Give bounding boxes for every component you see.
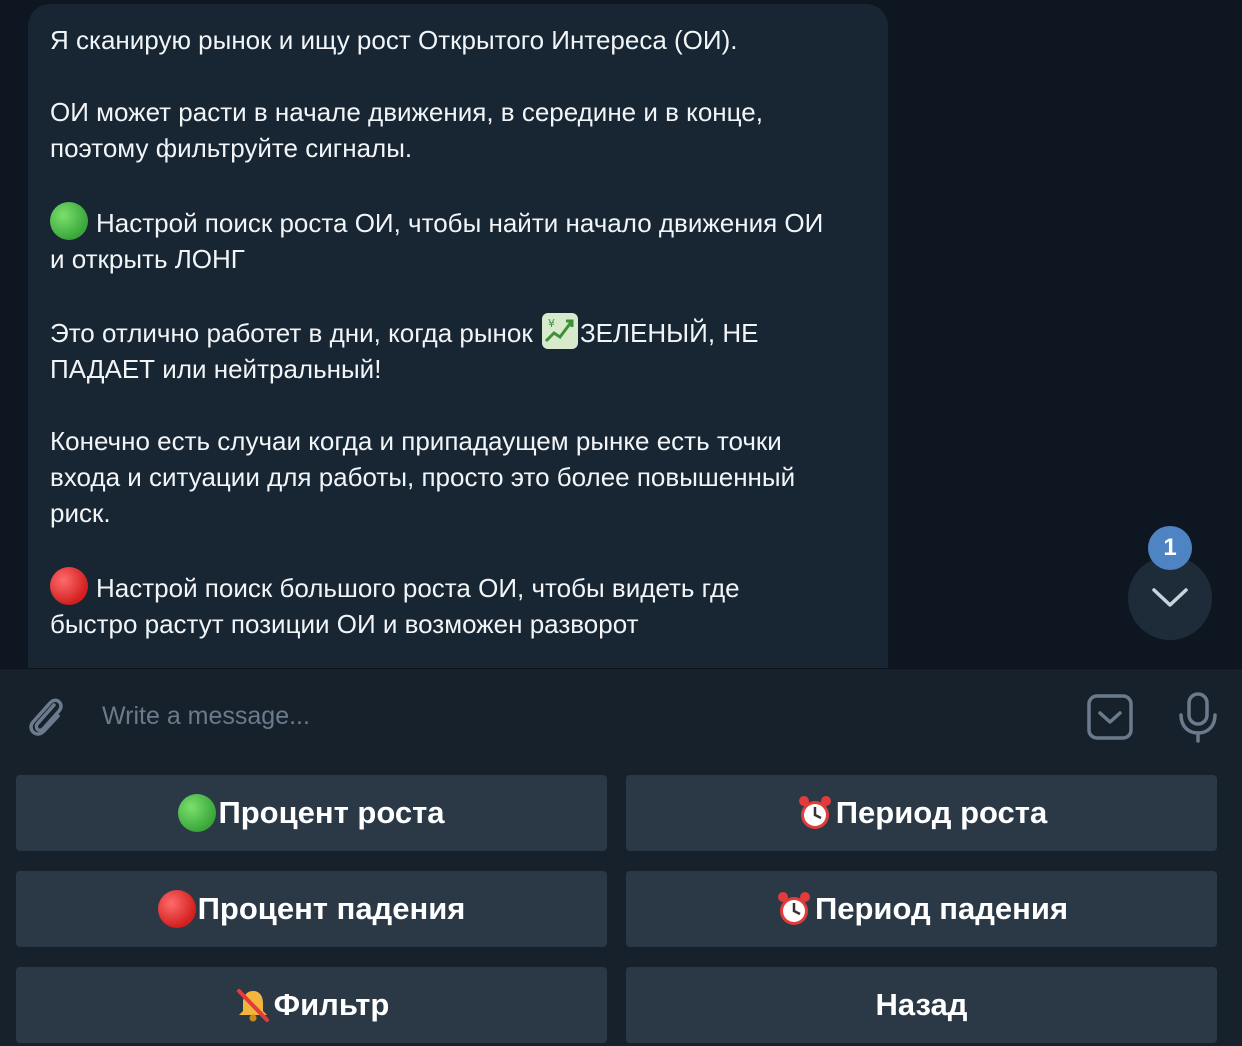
green-circle-emoji-icon [50,202,88,240]
message-paragraph: Я сканирую рынок и ищу рост Открытого Ин… [50,25,738,55]
growth-percent-button[interactable]: Процент роста [16,775,607,851]
muted-bell-emoji-icon [234,986,272,1024]
unread-count-badge: 1 [1148,526,1192,570]
svg-text:¥: ¥ [548,317,555,330]
growth-period-button[interactable]: Период роста [626,775,1217,851]
keyboard-toggle-icon[interactable] [1086,693,1134,741]
button-label: Фильтр [273,987,390,1022]
button-label: Назад [875,987,968,1022]
chart-yen-emoji-icon: ¥ [541,313,578,349]
message-paragraph: Настрой поиск большого роста ОИ, чтобы в… [50,567,866,642]
message-paragraph: Конечно есть случаи когда и припадаущем … [50,426,796,528]
button-label: Период падения [814,891,1069,926]
alarm-clock-emoji-icon [796,794,834,832]
button-label: Процент роста [218,795,445,830]
message-paragraph-text: Настрой поиск большого роста ОИ, чтобы в… [50,573,740,639]
telegram-chat-window: Я сканирую рынок и ищу рост Открытого Ин… [0,0,1242,1046]
message-paragraph-text: Настрой поиск роста ОИ, чтобы найти нача… [50,208,824,274]
alarm-clock-emoji-icon [775,890,813,928]
microphone-icon[interactable] [1176,691,1220,743]
chevron-down-icon [1152,588,1188,607]
message-paragraph-text: Это отлично работет в дни, когда рынок [50,318,540,348]
chat-history[interactable]: Я сканирую рынок и ищу рост Открытого Ин… [0,0,1242,668]
button-label: Период роста [835,795,1048,830]
button-label: Процент падения [197,891,466,926]
back-button[interactable]: Назад [626,967,1217,1043]
red-circle-emoji-icon [50,567,88,605]
message-input[interactable] [100,693,1064,739]
filter-button[interactable]: Фильтр [16,967,607,1043]
composer-panel: Процент роста Период роста Процент паден… [0,668,1242,1046]
message-paragraph: ОИ может расти в начале движения, в сере… [50,97,763,163]
paperclip-icon[interactable] [22,691,68,741]
message-paragraph: Настрой поиск роста ОИ, чтобы найти нача… [50,202,866,277]
fall-percent-button[interactable]: Процент падения [16,871,607,947]
green-circle-emoji-icon [178,794,217,832]
red-circle-emoji-icon [157,890,196,928]
fall-period-button[interactable]: Период падения [626,871,1217,947]
message-paragraph: Это отлично работет в дни, когда рынок ¥… [50,313,866,387]
message-bubble: Я сканирую рынок и ищу рост Открытого Ин… [28,4,888,668]
